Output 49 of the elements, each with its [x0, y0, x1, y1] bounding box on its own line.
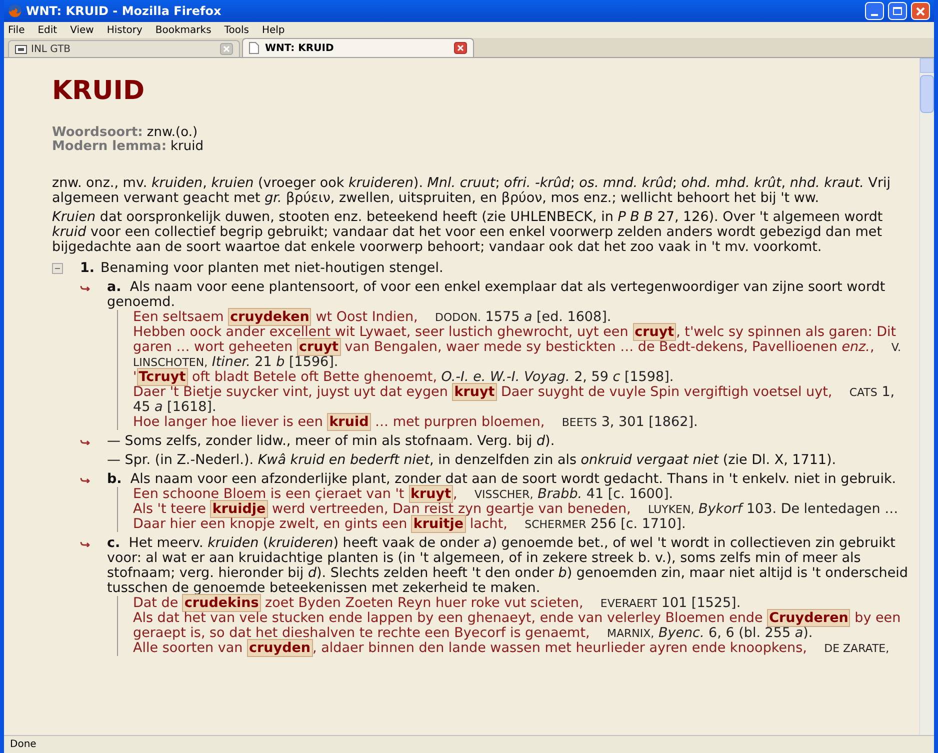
quotation: Als dat het van vele stucken ende lappen by een ghenaeyt, ende van velerley Bloemen ende Cruyderen by een geraept is, so dat het dieshalven te rechte een Byecorf is genaemt, MARNIX, Byenc. 6, 6 (bl. 255 a).	[133, 611, 902, 641]
quotation: 'Tcruyt oft bladt Betele oft Bette ghenoemt, O.-I. e. W.-I. Voyag. 2, 59 c [1598].	[133, 370, 674, 385]
browser-tab[interactable]: WNT: KRUID	[242, 38, 474, 57]
menu-item[interactable]: Bookmarks	[155, 22, 212, 38]
subsense-definition: a. Als naam voor eene plantensoort, of voor een enkel exemplaar dat als vertegenwoordiger van zijne soort wordt genoemd.	[107, 280, 886, 310]
quotation: Als 't teere kruidje werd vertreeden, Dan reist zyn geartje van beneden, LUYKEN, Bykorf 103. De lentedagen …	[133, 502, 900, 517]
field-label: Woordsoort:	[52, 126, 143, 140]
menu-item[interactable]: Help	[262, 22, 285, 38]
field-value: kruid	[170, 140, 204, 154]
subsense-definition: b. Als naam voor een afzonderlijke plant, zonder dat aan de soort wordt gedacht. Thans in 't enkelv. niet in gebruik.	[107, 472, 898, 487]
hook-arrow-icon[interactable]	[80, 541, 91, 547]
quotation: Alle soorten van cruyden, aldaer binnen den lande wassen met heurlieder ayren ende knoopkens, DE ZARATE,	[133, 641, 890, 656]
close-icon	[916, 6, 925, 16]
site-icon	[15, 44, 27, 54]
subsense-definition: — Soms zelfs, zonder lidw., meer of min als stofnaam. Verg. bij d).	[107, 434, 556, 449]
quotation: Hebben oock ander excellent wit Lywaet, seer lustich ghewrocht, uyt een cruyt, t'welc sy spinnen als garen: Dit garen … wort geheeten cruyt van Bengalen, waer mede sy bestickten … de Bedt-dekens, Pavellioenen enz., V. LINSCHOTEN, Itiner. 21 b [1596].	[133, 325, 902, 370]
quotation: Een seltsaem cruydeken wt Oost Indien, DODON. 1575 a [ed. 1608].	[133, 310, 612, 325]
subsense-definition: c. Het meerv. kruiden (kruideren) heeft vaak de onder a) genoemde bet., of wel 't wordt in collectieven zin gebruikt voor: al wat er aan kruidachtige planten is (in 't algemeen, of in zekere streek b. v.), soms zelfs min of meer als stofnaam; verg. hieronder bij d). Slechts zelden heeft 't den onder b) genoemden zin, maar niet altijd is 't onderscheid tusschen de genoemde beteekenissen met zekerheid te maken.	[107, 536, 909, 596]
sense-number: 1.	[80, 261, 95, 276]
quotation: Een schoone Bloem is een çieraet van 't kruyt, VISSCHER, Brabb. 41 [c. 1600].	[133, 487, 674, 502]
field-value: znw.(o.)	[146, 126, 198, 140]
quotation: Daer 't Bietje suycker vint, juyst uyt dat eygen kruyt Daer suyght de vuyle Spin vergiftigh voetsel uyt, CATS 1, 45 a [1618].	[133, 385, 896, 415]
window-title: WNT: KRUID - Mozilla Firefox	[26, 3, 222, 20]
close-button[interactable]	[911, 2, 930, 20]
quotation: Dat de crudekins zoet Byden Zoeten Reyn huer roke vut scieten, EVERAERT 101 [1525].	[133, 596, 741, 611]
etymology-paragraph: znw. onz., mv. kruiden, kruien (vroeger ook kruideren). Mnl. cruut; ofri. -krûd; os. mnd. krûd; ohd. mhd. krût, nhd. kraut. Vrij algemeen verwant geacht met gr. βρύειν, zwellen, uitspruiten, en βρύον, mos enz.; wellicht behoort het bij 't ww.	[52, 176, 892, 206]
quotation: Daar hier een knopje zwelt, en gints een kruitje lacht, SCHERMER 256 [c. 1710].	[133, 517, 687, 532]
menu-item[interactable]: History	[106, 22, 142, 38]
menu-item[interactable]: Edit	[38, 22, 58, 38]
firefox-logo-icon	[8, 4, 22, 18]
page-icon	[249, 42, 259, 54]
quotation: Hoe langer hoe liever is een kruid … met purpren bloemen, BEETS 3, 301 [1862].	[133, 415, 699, 430]
hook-arrow-icon[interactable]	[80, 439, 91, 445]
tab-close-icon[interactable]	[454, 42, 467, 54]
maximize-button[interactable]	[888, 2, 907, 20]
sense-definition: Benaming voor planten met niet-houtigen stengel.	[100, 261, 444, 276]
field-label: Modern lemma:	[52, 140, 167, 154]
collapse-toggle[interactable]	[52, 263, 63, 274]
menu-item[interactable]: File	[8, 22, 25, 38]
menu-item[interactable]: View	[70, 22, 94, 38]
etymology-paragraph: Kruien dat oorspronkelijk duwen, stooten enz. beteekend heeft (zie UHLENBECK, in P B B 27, 126). Over 't algemeen wordt kruid voor een collectief begrip gebruikt; vandaar dat het voor een enkel voorwerp zelden anders wordt gebezigd dan met bijgedachte aan de soort waartoe dat enkele voorwerp behoort; vandaar ook dat het zoo vaak in 't mv. voorkomt.	[52, 210, 884, 255]
scrollbar[interactable]	[919, 58, 934, 735]
minimize-button[interactable]	[865, 2, 884, 20]
browser-tab[interactable]: INL GTB	[8, 40, 240, 57]
entry-headword: KRUID	[52, 76, 146, 106]
hook-arrow-icon[interactable]	[80, 285, 91, 291]
menu-item[interactable]: Tools	[224, 22, 249, 38]
subsense-definition: — Spr. (in Z.-Nederl.). Kwâ kruid en bederft niet, in denzelfden zin als onkruid vergaat niet (zie Dl. X, 1711).	[107, 453, 838, 468]
hook-arrow-icon[interactable]	[80, 477, 91, 483]
